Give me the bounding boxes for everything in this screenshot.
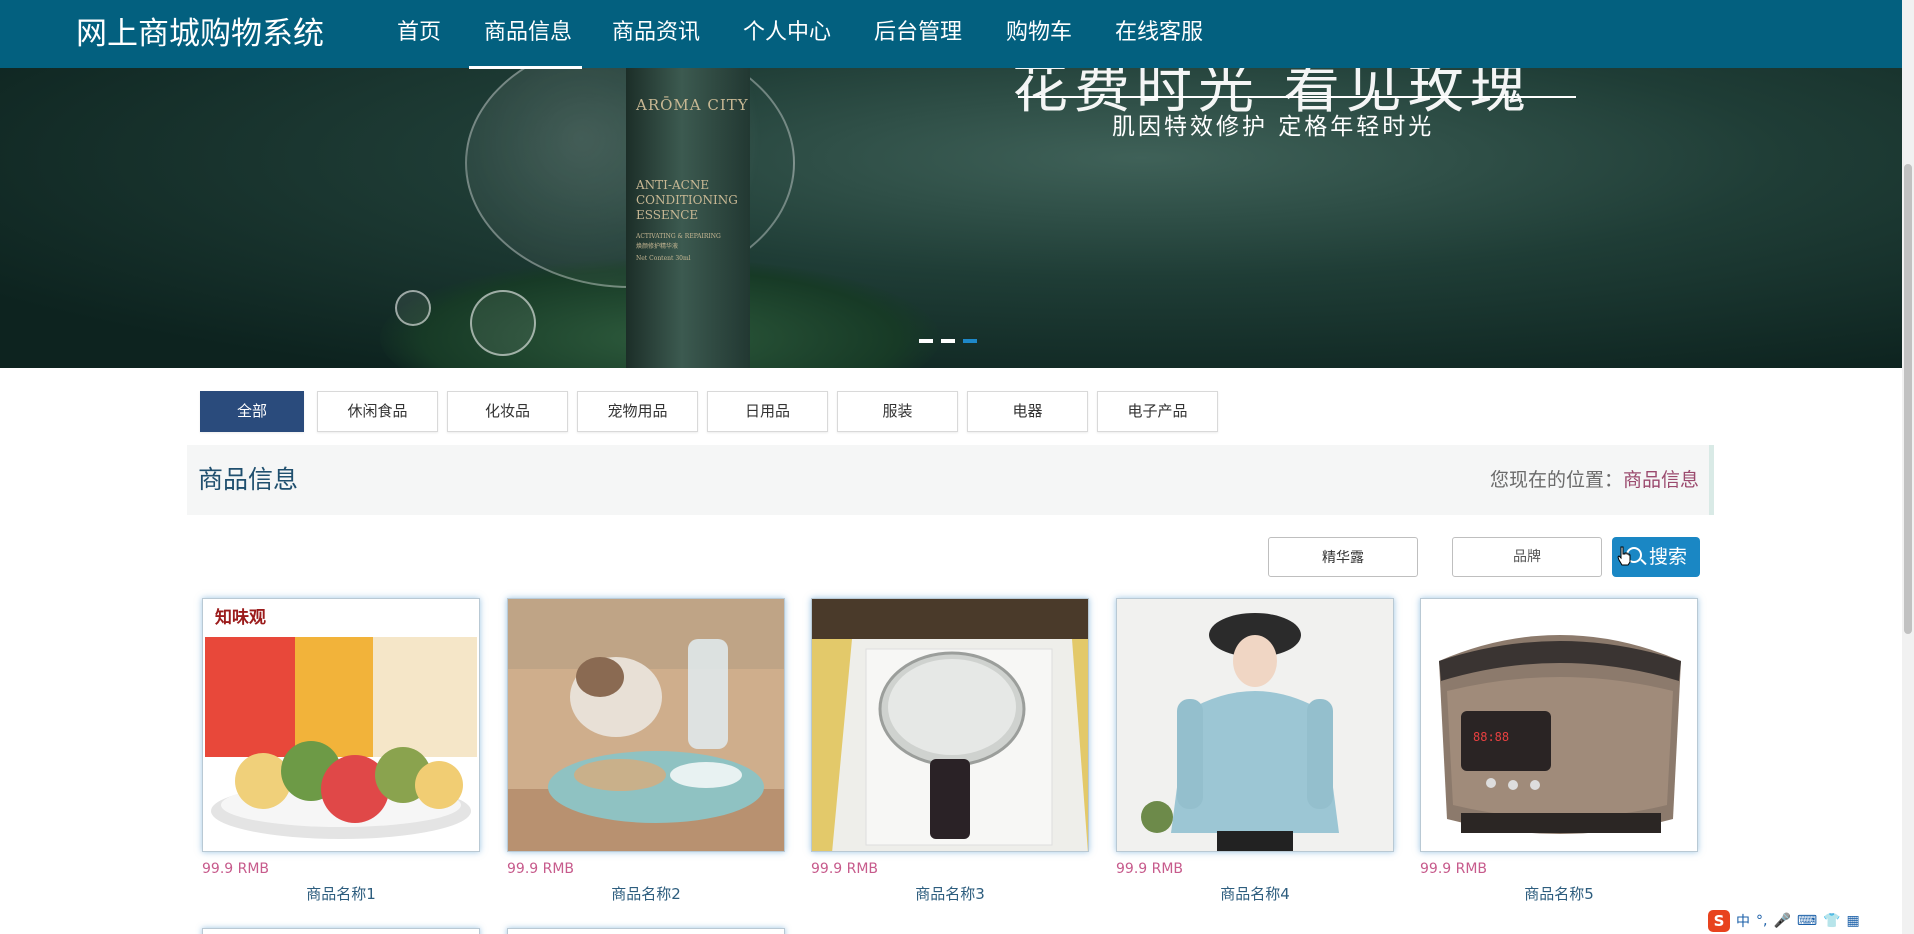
hand-cursor-icon xyxy=(1617,546,1631,566)
mooncake-gift-box-image: 知味观 xyxy=(203,599,479,851)
ime-skin-icon[interactable]: 👕 xyxy=(1823,913,1840,929)
mirror-image xyxy=(812,599,1088,851)
brand-search-input[interactable] xyxy=(1452,537,1602,577)
banner-carousel[interactable]: ARŌMA CITY ANTI-ACNE CONDITIONING ESSENC… xyxy=(0,68,1902,368)
product-name-5[interactable]: 商品名称5 xyxy=(1420,884,1698,904)
banner-divider xyxy=(1018,96,1576,98)
category-appliances[interactable]: 电器 xyxy=(967,391,1088,432)
nav-support[interactable]: 在线客服 xyxy=(1115,18,1203,48)
carousel-dot-1[interactable] xyxy=(919,339,933,343)
ime-toolbar: S 中 °, 🎤 ⌨ 👕 ▦ xyxy=(1708,910,1860,932)
product-name-2[interactable]: 商品名称2 xyxy=(507,884,785,904)
bottle-small-2: 焕颜修护精华液 xyxy=(636,243,679,250)
product-name-search-input[interactable] xyxy=(1268,537,1418,577)
nav-news[interactable]: 商品资讯 xyxy=(612,18,700,48)
bottle-small-3: Net Content 30ml xyxy=(636,255,691,262)
product-card-1[interactable]: 知味观 xyxy=(202,598,480,852)
top-nav-bar: 网上商城购物系统 首页 商品信息 商品资讯 个人中心 后台管理 购物车 在线客服 xyxy=(0,0,1902,69)
product-name-4[interactable]: 商品名称4 xyxy=(1116,884,1394,904)
product-card-3[interactable] xyxy=(811,598,1089,852)
ime-punctuation-icon[interactable]: °, xyxy=(1756,913,1767,929)
hoodie-model-image xyxy=(1117,599,1393,851)
ime-chinese-mode[interactable]: 中 xyxy=(1736,911,1750,931)
product-card-5[interactable]: 88:88 xyxy=(1420,598,1698,852)
svg-text:知味观: 知味观 xyxy=(214,607,266,628)
nav-products[interactable]: 商品信息 xyxy=(484,18,572,48)
bottle-small-1: ACTIVATING & REPAIRING xyxy=(636,233,721,240)
scrollbar-thumb[interactable] xyxy=(1904,164,1912,634)
category-electronics[interactable]: 电子产品 xyxy=(1097,391,1218,432)
banner-subtitle: 肌因特效修护 定格年轻时光 xyxy=(1112,114,1435,140)
bottle-line-2: CONDITIONING xyxy=(636,193,738,207)
nav-profile[interactable]: 个人中心 xyxy=(743,18,831,48)
category-cosmetics[interactable]: 化妆品 xyxy=(447,391,568,432)
category-snacks[interactable]: 休闲食品 xyxy=(317,391,438,432)
product-name-3[interactable]: 商品名称3 xyxy=(811,884,1089,904)
category-clothing[interactable]: 服装 xyxy=(837,391,958,432)
bottle-brand: ARŌMA CITY xyxy=(636,96,749,114)
product-card-2[interactable] xyxy=(507,598,785,852)
ime-toolbox-icon[interactable]: ▦ xyxy=(1847,913,1860,929)
ime-voice-icon[interactable]: 🎤 xyxy=(1773,913,1790,929)
breadcrumb-label: 您现在的位置： xyxy=(1489,469,1623,491)
nav-cart[interactable]: 购物车 xyxy=(1006,18,1072,48)
product-card-6[interactable] xyxy=(202,928,480,934)
section-title: 商品信息 xyxy=(198,465,299,494)
product-price-4: 99.9 RMB xyxy=(1116,861,1184,877)
nav-admin[interactable]: 后台管理 xyxy=(874,18,962,48)
water-drop-large xyxy=(470,290,536,356)
bottle-line-3: ESSENCE xyxy=(636,208,699,222)
page: 网上商城购物系统 首页 商品信息 商品资讯 个人中心 后台管理 购物车 在线客服… xyxy=(0,0,1914,934)
breadcrumb: 您现在的位置：商品信息 xyxy=(1490,467,1699,493)
sogou-ime-logo-icon[interactable]: S xyxy=(1708,910,1730,932)
section-header: 商品信息 您现在的位置：商品信息 xyxy=(187,445,1714,515)
product-card-4[interactable] xyxy=(1116,598,1394,852)
water-drop-small xyxy=(395,290,431,326)
search-button-label: 搜索 xyxy=(1649,546,1688,568)
product-price-3: 99.9 RMB xyxy=(811,861,879,877)
ime-keyboard-icon[interactable]: ⌨ xyxy=(1797,913,1817,929)
category-daily-goods[interactable]: 日用品 xyxy=(707,391,828,432)
product-price-1: 99.9 RMB xyxy=(202,861,270,877)
cat-feeder-image xyxy=(508,599,784,851)
nav-active-indicator xyxy=(469,66,582,69)
site-brand[interactable]: 网上商城购物系统 xyxy=(76,14,324,54)
product-price-2: 99.9 RMB xyxy=(507,861,575,877)
carousel-dot-3[interactable] xyxy=(963,339,977,343)
svg-text:88:88: 88:88 xyxy=(1473,730,1509,744)
breadcrumb-current[interactable]: 商品信息 xyxy=(1623,469,1699,491)
product-name-1[interactable]: 商品名称1 xyxy=(202,884,480,904)
category-all[interactable]: 全部 xyxy=(200,391,304,432)
rice-cooker-image: 88:88 xyxy=(1421,599,1697,851)
bottle-line-1: ANTI-ACNE xyxy=(636,178,710,192)
product-price-5: 99.9 RMB xyxy=(1420,861,1488,877)
nav-home[interactable]: 首页 xyxy=(397,18,441,48)
carousel-dot-2[interactable] xyxy=(941,339,955,343)
product-card-7[interactable] xyxy=(507,928,785,934)
category-pet-supplies[interactable]: 宠物用品 xyxy=(577,391,698,432)
